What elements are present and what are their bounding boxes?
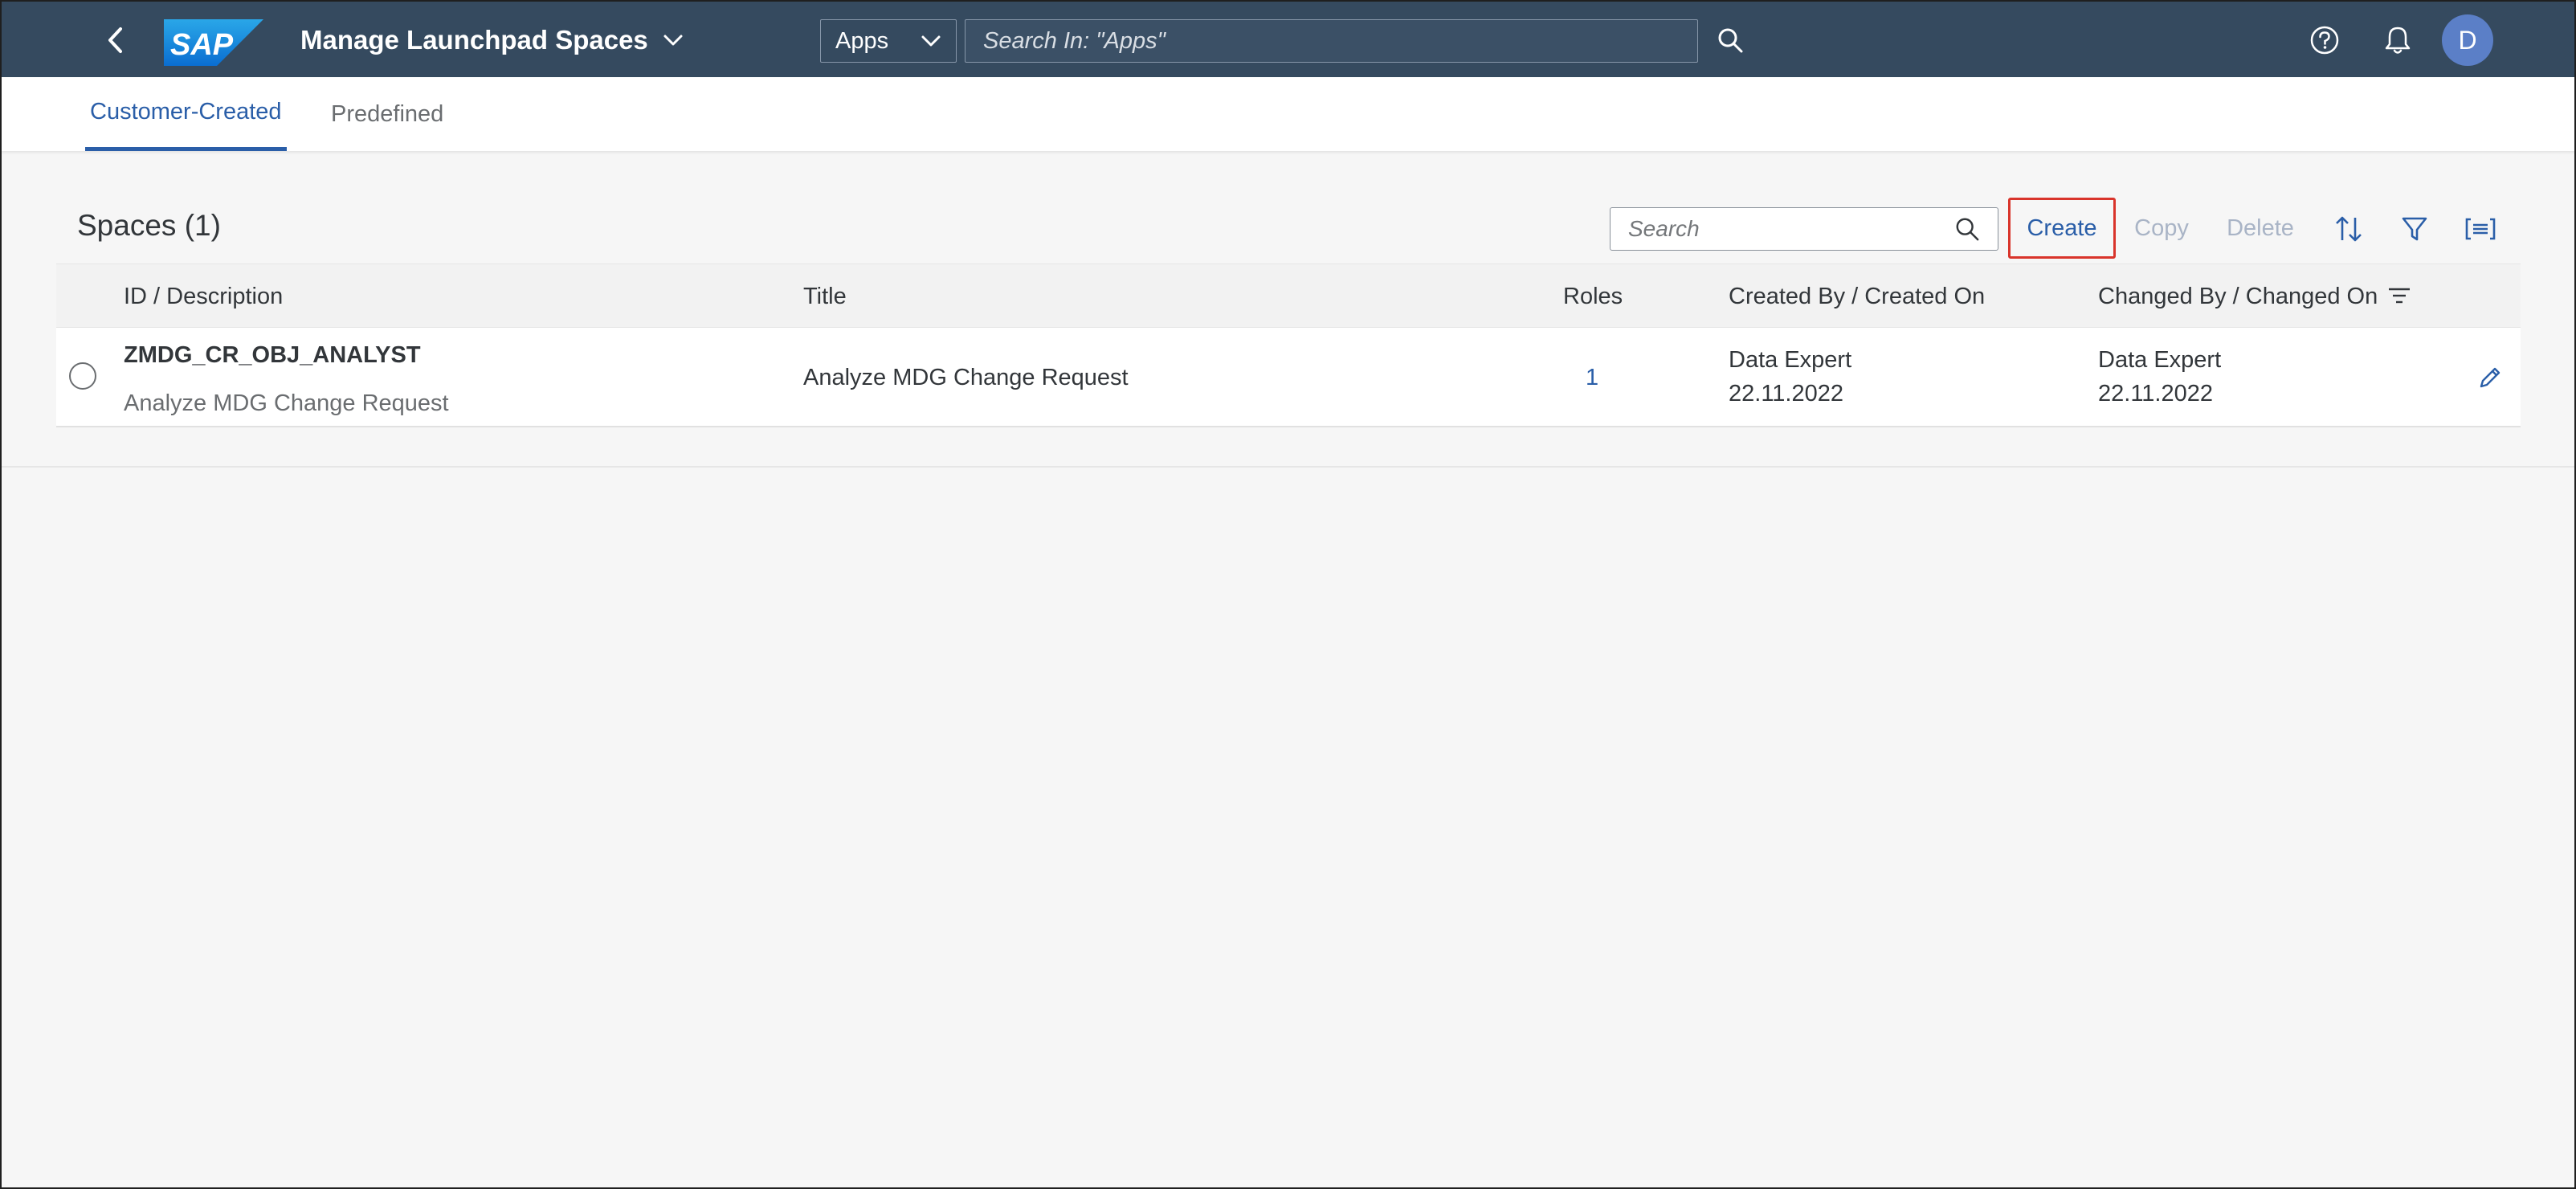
tab-bar: Customer-Created Predefined [2,77,2574,151]
shell-search-placeholder: Search In: "Apps" [983,27,1166,54]
table-search-input[interactable]: Search [1610,207,1998,251]
help-button[interactable] [2302,19,2347,61]
table-row[interactable]: ZMDG_CR_OBJ_ANALYST Analyze MDG Change R… [56,328,2521,427]
table-settings-button[interactable] [2456,207,2505,251]
table-settings-icon [2465,218,2496,240]
created-by: Data Expert [1729,347,1852,373]
shell-bar: SAP Manage Launchpad Spaces Apps Search … [2,2,2574,77]
column-header-changed[interactable]: Changed By / Changed On [2098,284,2378,310]
sap-logo: SAP [164,19,263,66]
shell-search-input[interactable]: Search In: "Apps" [965,19,1698,63]
search-scope-value: Apps [835,27,889,54]
column-header-created[interactable]: Created By / Created On [1729,284,1985,310]
chevron-down-icon [921,35,941,47]
table-title: Spaces (1) [77,209,221,242]
app-title-menu[interactable]: Manage Launchpad Spaces [300,22,684,58]
filter-icon [2402,217,2427,241]
search-icon [1718,28,1743,53]
sorted-column-icon [2389,288,2410,304]
filter-button[interactable] [2390,207,2439,251]
sort-button[interactable] [2325,207,2373,251]
edit-button[interactable] [2472,360,2508,395]
column-header-roles[interactable]: Roles [1563,284,1623,310]
user-avatar[interactable]: D [2442,14,2493,66]
pencil-icon [2480,367,2500,388]
tab-predefined[interactable]: Predefined [331,77,443,151]
row-select-radio[interactable] [69,362,96,390]
delete-label: Delete [2227,215,2294,241]
changed-by: Data Expert [2098,347,2222,373]
copy-button[interactable]: Copy [2125,198,2198,259]
back-button[interactable] [92,19,140,61]
chevron-down-icon [663,35,683,46]
table-search-placeholder: Search [1628,216,1700,241]
copy-label: Copy [2134,215,2189,241]
shell-search-button[interactable] [1708,19,1753,61]
content-divider [2,466,2574,468]
notifications-button[interactable] [2375,19,2420,61]
search-scope-select[interactable]: Apps [820,19,957,63]
table-header: ID / Description Title Roles Created By … [56,264,2521,328]
space-id: ZMDG_CR_OBJ_ANALYST [124,342,421,368]
created-on: 22.11.2022 [1729,381,1843,407]
column-header-id[interactable]: ID / Description [124,284,283,310]
tab-label: Customer-Created [90,99,282,125]
create-label: Create [2027,215,2097,241]
app-title: Manage Launchpad Spaces [300,25,648,55]
chevron-left-icon [108,27,122,53]
tab-customer-created[interactable]: Customer-Created [85,77,287,151]
spaces-table: ID / Description Title Roles Created By … [56,264,2521,427]
sort-icon [2336,216,2362,242]
space-description: Analyze MDG Change Request [124,390,449,416]
space-title: Analyze MDG Change Request [803,365,1129,390]
tab-label: Predefined [331,100,444,127]
app-window: SAP Manage Launchpad Spaces Apps Search … [0,0,2576,1189]
create-button[interactable]: Create [2008,198,2116,259]
column-header-title[interactable]: Title [803,284,847,310]
sap-logo-text: SAP [170,28,234,62]
help-icon [2310,26,2339,55]
delete-button[interactable]: Delete [2214,198,2307,259]
changed-on: 22.11.2022 [2098,381,2213,407]
search-icon[interactable] [1954,216,1980,242]
roles-count-link[interactable]: 1 [1586,365,1598,391]
avatar-initial: D [2458,25,2477,55]
bell-icon [2385,27,2411,54]
